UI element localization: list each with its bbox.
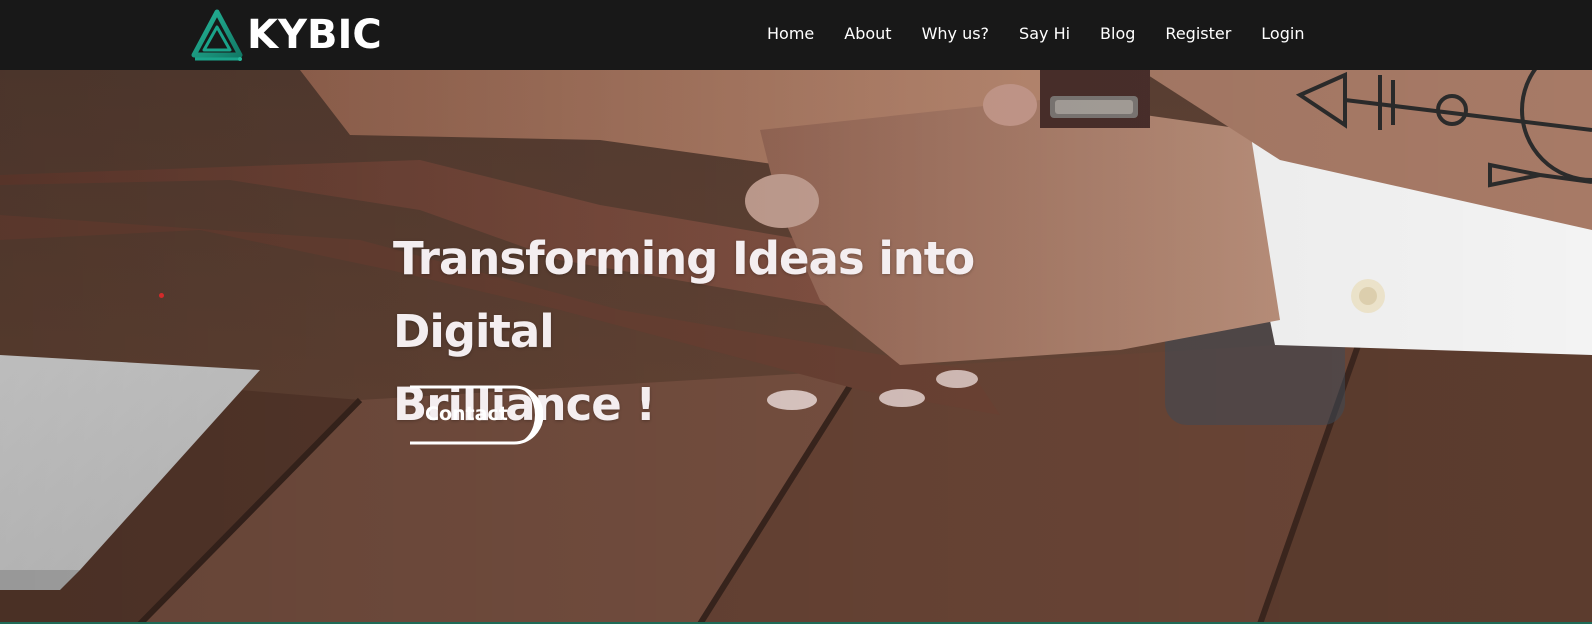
hero-section: Transforming Ideas into Digital Brillian… [0, 70, 1592, 624]
nav-link-say-hi[interactable]: Say Hi [1019, 22, 1070, 46]
nav-link-register[interactable]: Register [1165, 22, 1231, 46]
nav-link-about[interactable]: About [844, 22, 891, 46]
cursor-dot [159, 293, 164, 298]
primary-nav: Home About Why us? Say Hi Blog Register … [767, 22, 1334, 46]
hero-headline-line-1: Transforming Ideas into Digital [393, 232, 975, 358]
nav-link-blog[interactable]: Blog [1100, 22, 1135, 46]
nav-link-login[interactable]: Login [1261, 22, 1304, 46]
brand-name: KYBIC [247, 12, 382, 58]
nav-link-why-us[interactable]: Why us? [922, 22, 989, 46]
contact-button[interactable]: Contact [410, 385, 543, 445]
contact-button-label: Contact [425, 403, 508, 425]
nav-link-home[interactable]: Home [767, 22, 814, 46]
brand-logo-link[interactable]: KYBIC [191, 9, 382, 61]
top-navbar: KYBIC Home About Why us? Say Hi Blog Reg… [0, 0, 1592, 70]
triangle-logo-icon [191, 9, 243, 61]
